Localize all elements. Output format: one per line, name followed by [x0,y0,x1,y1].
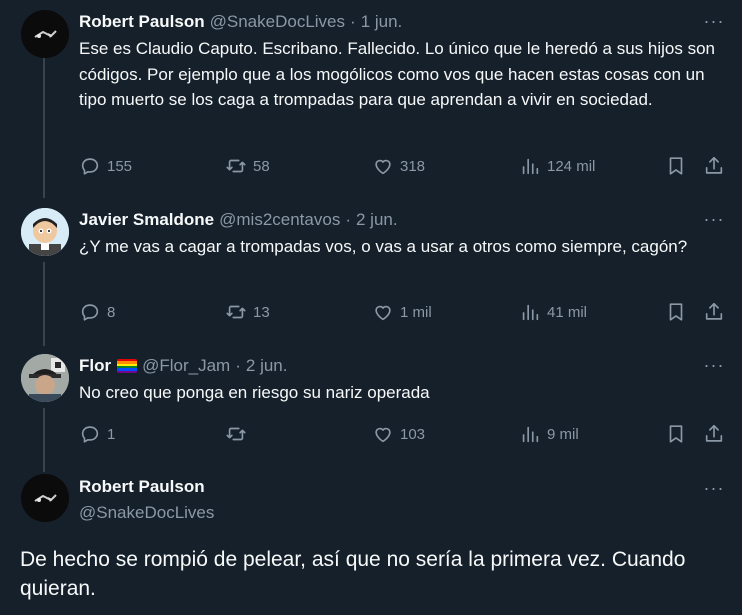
like-icon [375,305,391,321]
more-dots-icon[interactable]: ··· [703,477,725,499]
main-author-handle[interactable]: @SnakeDocLives [79,503,214,523]
like-icon [375,159,391,175]
bookmark-button[interactable] [665,298,687,326]
tweet-text: ¿Y me vas a cagar a trompadas vos, o vas… [79,237,688,256]
tweet-header: Robert Paulson @SnakeDocLives · 1 jun. [79,10,402,34]
reply-count: 8 [107,303,116,321]
tweet-flor[interactable]: Flor @Flor_Jam · 2 jun. ··· No creo que … [0,354,742,454]
tweet-robert-paulson[interactable]: Robert Paulson @SnakeDocLives · 1 jun. ·… [0,10,742,190]
view-count: 124 mil [547,157,596,175]
like-icon [375,427,391,443]
reply-count: 155 [107,157,133,175]
reply-button[interactable]: 1 [79,420,115,448]
avatar[interactable] [21,208,69,256]
tweet-actions: 8 13 1 mil 41 mil [79,298,729,326]
views-button[interactable]: 41 mil [519,298,587,326]
reply-count: 1 [107,425,116,443]
author-handle[interactable]: @Flor_Jam [142,356,230,376]
repost-icon [226,427,246,441]
more-dots-icon[interactable]: ··· [703,354,725,376]
reply-icon [81,304,99,321]
avatar[interactable] [21,10,69,58]
like-button[interactable]: 318 [372,152,425,180]
repost-icon [226,305,246,319]
repost-count: 58 [253,157,270,175]
separator: · [345,210,351,229]
views-icon [522,158,539,175]
bookmark-icon [669,425,683,443]
repost-count: 13 [253,303,270,321]
views-icon [522,304,539,321]
repost-button[interactable]: 13 [225,298,270,326]
share-icon [705,302,723,320]
reply-button[interactable]: 155 [79,152,132,180]
tweet-text: Ese es Claudio Caputo. Escribano. Fallec… [79,39,715,110]
author-handle[interactable]: @SnakeDocLives [210,12,345,32]
bookmark-button[interactable] [665,420,687,448]
more-dots-icon[interactable]: ··· [703,10,725,32]
repost-button[interactable]: 58 [225,152,270,180]
main-author-name[interactable]: Robert Paulson [79,477,205,497]
share-button[interactable] [703,152,725,180]
bookmark-icon [669,303,683,321]
repost-icon [226,159,246,173]
bookmark-button[interactable] [665,152,687,180]
share-icon [705,156,723,174]
tweet-date[interactable]: 2 jun. [356,210,398,230]
author-name[interactable]: Robert Paulson [79,12,205,32]
view-count: 9 mil [547,425,579,443]
separator: · [235,356,241,375]
views-button[interactable]: 9 mil [519,420,579,448]
share-icon [705,424,723,442]
avatar[interactable] [21,474,69,522]
like-count: 103 [400,425,426,443]
tweet-date[interactable]: 1 jun. [361,12,403,32]
separator: · [350,12,356,31]
tweet-actions: 155 58 318 124 mil [79,152,729,180]
main-tweet-text: De hecho se rompió de pelear, así que no… [20,548,686,600]
reply-icon [81,426,99,443]
tweet-date[interactable]: 2 jun. [246,356,288,376]
views-button[interactable]: 124 mil [519,152,595,180]
tweet-actions: 1 103 9 mil [79,420,729,448]
like-button[interactable]: 103 [372,420,425,448]
view-count: 41 mil [547,303,588,321]
like-button[interactable]: 1 mil [372,298,432,326]
more-dots-icon[interactable]: ··· [703,208,725,230]
tweet-header: Javier Smaldone @mis2centavos · 2 jun. [79,208,398,232]
author-name[interactable]: Flor [79,356,111,376]
tweet-javier-smaldone[interactable]: Javier Smaldone @mis2centavos · 2 jun. ·… [0,208,742,338]
author-handle[interactable]: @mis2centavos [219,210,340,230]
views-icon [522,426,539,443]
reply-button[interactable]: 8 [79,298,115,326]
tweet-header: Flor @Flor_Jam · 2 jun. [79,354,287,378]
bookmark-icon [669,157,683,175]
like-count: 1 mil [400,303,432,321]
tweet-text: No creo que ponga en riesgo su nariz ope… [79,383,430,402]
rainbow-flag-icon [117,359,138,373]
share-button[interactable] [703,298,725,326]
avatar[interactable] [21,354,69,402]
author-name[interactable]: Javier Smaldone [79,210,214,230]
share-button[interactable] [703,420,725,448]
like-count: 318 [400,157,426,175]
reply-icon [81,158,99,175]
repost-button[interactable] [225,420,253,448]
